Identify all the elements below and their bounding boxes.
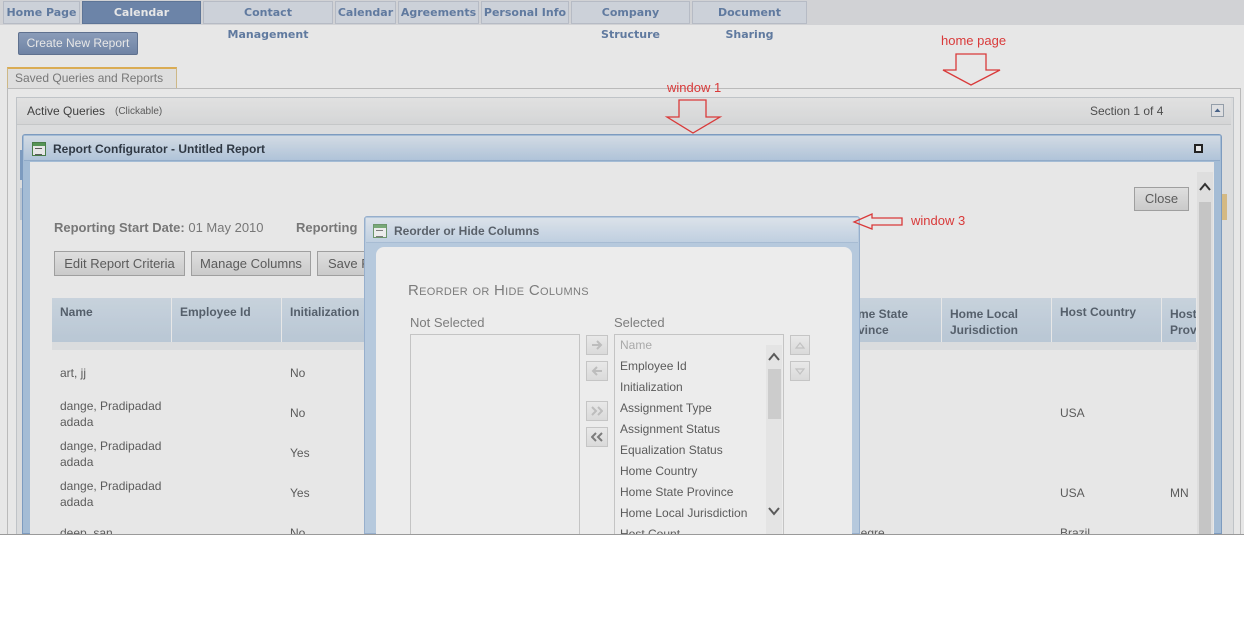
annotation-window1: window 1 [667,80,722,95]
section-indicator: Section 1 of 4 [1090,104,1164,118]
move-left-button[interactable] [586,361,608,381]
cell-name: dange, Pradipadad adada [60,479,162,509]
tab-saved-queries[interactable]: Saved Queries and Reports [7,67,177,89]
column-header-home-local-jurisdiction[interactable]: Home Local Jurisdiction [942,298,1052,342]
cell-name: art, jj [60,366,87,380]
tab-agreements[interactable]: Agreements [398,1,479,24]
active-queries-header: Active Queries (Clickable) Section 1 of … [17,98,1231,125]
window-title: Reorder or Hide Columns [394,224,540,238]
move-up-button[interactable] [790,335,810,355]
collapse-icon [1214,108,1221,112]
cell-initialization: Yes [290,446,310,460]
arrow-left-icon [591,366,602,376]
move-all-right-button[interactable] [586,401,608,421]
annotation-arrow-icon [852,212,903,230]
tab-document-sharing[interactable]: Document Sharing [692,1,807,41]
cell-initialization: Yes [290,486,310,500]
selected-label: Selected [614,315,665,330]
clickable-hint: (Clickable) [115,106,163,117]
maximize-icon[interactable] [1194,144,1203,153]
cell-name: deep, san [60,526,113,535]
tab-calendar[interactable]: Calendar [335,1,396,24]
cell-name: dange, Pradipadad adada [60,439,162,469]
annotation-home-page: home page [941,33,1007,48]
tab-contact-management[interactable]: Contact Management [203,1,333,41]
double-arrow-right-icon [591,406,603,416]
tab-personal-info[interactable]: Personal Info [481,1,569,24]
column-header-host-country[interactable]: Host Country [1052,298,1162,342]
close-button[interactable]: Close [1134,187,1189,211]
annotation-window3: window 3 [911,213,966,228]
start-date-value: 01 May 2010 [188,220,264,235]
annotation-arrow-icon [942,53,1001,86]
cell-host-country: USA [1060,486,1085,500]
selected-item-initialization[interactable]: Initialization [620,377,683,398]
edit-report-criteria-button[interactable]: Edit Report Criteria [54,251,185,276]
tab-company-structure[interactable]: Company Structure [571,1,690,41]
scroll-thumb[interactable] [1199,202,1211,534]
manage-columns-button[interactable]: Manage Columns [191,251,311,276]
triangle-up-icon [794,342,806,349]
selected-item-home-local-jurisdiction[interactable]: Home Local Jurisdiction [620,503,747,524]
selected-list-scrollbar[interactable] [766,345,782,534]
reorder-columns-titlebar[interactable]: Reorder or Hide Columns [366,218,858,243]
cell-initialization: No [290,526,306,535]
selected-item-home-state-province[interactable]: Home State Province [620,482,733,503]
top-navigation: Home Page Calendar Reporting Contact Man… [0,0,1244,41]
selected-item-assignment-type[interactable]: Assignment Type [620,398,712,419]
active-queries-title: Active Queries [27,104,106,118]
window-icon [373,224,387,238]
move-right-button[interactable] [586,335,608,355]
double-arrow-left-icon [591,432,603,442]
start-date-label: Reporting Start Date: [54,220,185,235]
cell-host-country: USA [1060,406,1085,420]
cell-name: dange, Pradipadad adada [60,399,162,429]
selected-item-assignment-status[interactable]: Assignment Status [620,419,720,440]
cell-initialization: No [290,366,306,380]
cell-initialization: No [290,406,306,420]
not-selected-label: Not Selected [410,315,485,330]
selected-item-employee-id[interactable]: Employee Id [620,356,687,377]
collapse-button[interactable] [1211,104,1224,117]
cell-host-country: Brazil [1060,526,1091,535]
column-header-host-province[interactable]: Host Provi [1162,298,1197,342]
scroll-down-icon[interactable] [766,503,782,519]
application: Home Page Calendar Reporting Contact Man… [0,0,1244,535]
create-new-report-button[interactable]: Create New Report [18,32,138,55]
window-icon [32,142,46,156]
selected-item-equalization-status[interactable]: Equalization Status [620,440,723,461]
not-selected-list[interactable] [410,334,580,534]
column-header-initialization[interactable]: Initialization [282,298,372,342]
tab-home-page[interactable]: Home Page [3,1,80,24]
reporting-start-date: Reporting Start Date: 01 May 2010 [54,220,264,235]
cell-home-state: legre [858,526,885,535]
scroll-thumb[interactable] [768,369,781,419]
cell-host-province: MN [1170,486,1189,500]
selected-item-name[interactable]: Name [620,335,652,356]
column-header-employee-id[interactable]: Employee Id [172,298,282,342]
arrow-right-icon [592,340,603,350]
selected-item-home-country[interactable]: Home Country [620,461,697,482]
reporting-label: Reporting [296,220,358,235]
report-configurator-titlebar[interactable]: Report Configurator - Untitled Report [24,136,1220,161]
move-down-button[interactable] [790,361,810,381]
report-scrollbar[interactable] [1197,172,1213,534]
column-header-name[interactable]: Name [52,298,172,342]
window-title: Report Configurator - Untitled Report [53,142,265,156]
triangle-down-icon [794,368,806,375]
column-header-home-state-province[interactable]: me State vince [850,298,942,342]
scroll-up-icon[interactable] [1197,178,1213,196]
background-window-edge [1222,194,1227,220]
scroll-up-icon[interactable] [766,349,782,365]
tab-calendar-reporting[interactable]: Calendar Reporting [82,1,201,41]
annotation-arrow-icon [664,99,723,134]
selected-item-host-country[interactable]: Host Count [620,524,680,534]
reorder-heading: Reorder or Hide Columns [408,282,589,299]
move-all-left-button[interactable] [586,427,608,447]
